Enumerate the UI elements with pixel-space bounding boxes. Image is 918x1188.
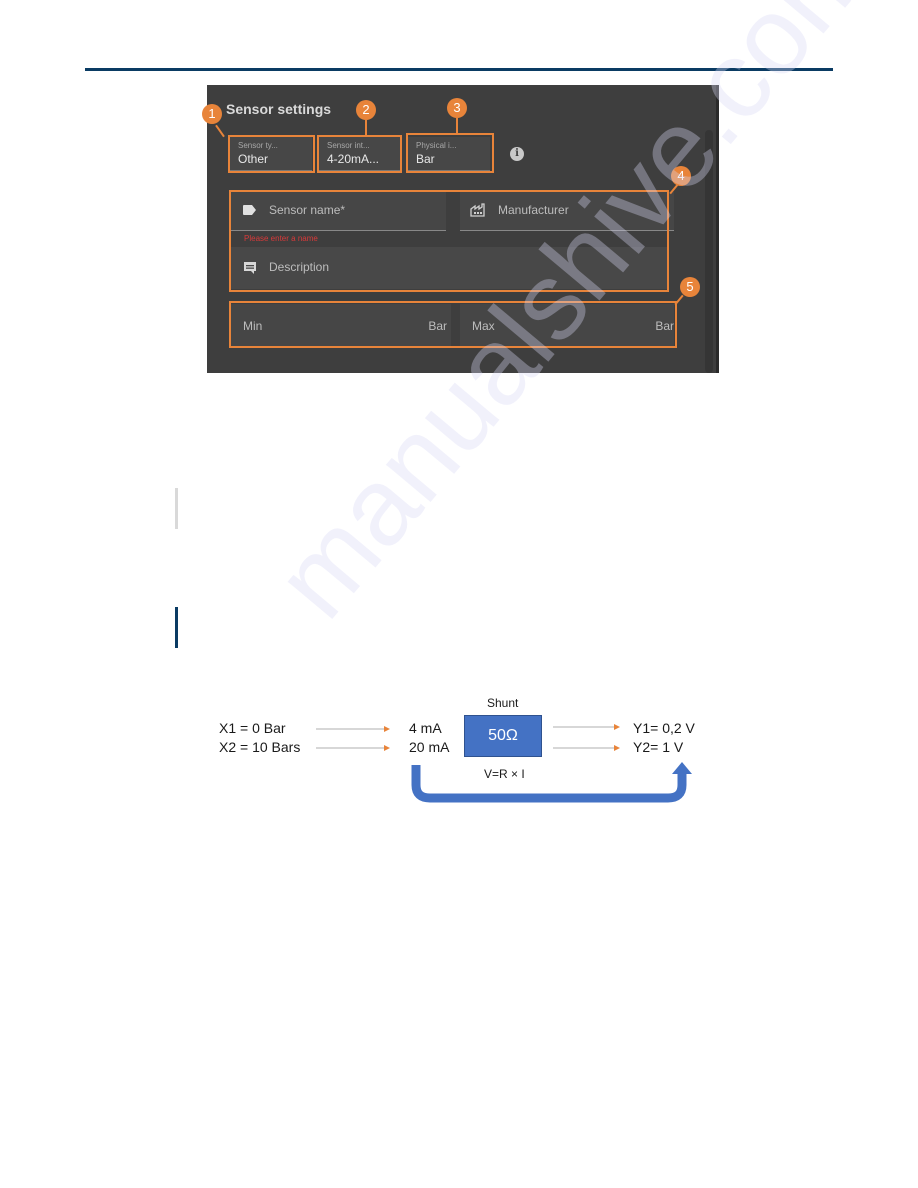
diagram-arrows [316, 724, 692, 803]
arrowhead-4 [614, 745, 620, 751]
flow-arrow [411, 765, 687, 803]
arrowhead-2 [384, 745, 390, 751]
flow-arrowhead [672, 762, 692, 774]
arrowhead-3 [614, 724, 620, 730]
arrowhead-1 [384, 726, 390, 732]
